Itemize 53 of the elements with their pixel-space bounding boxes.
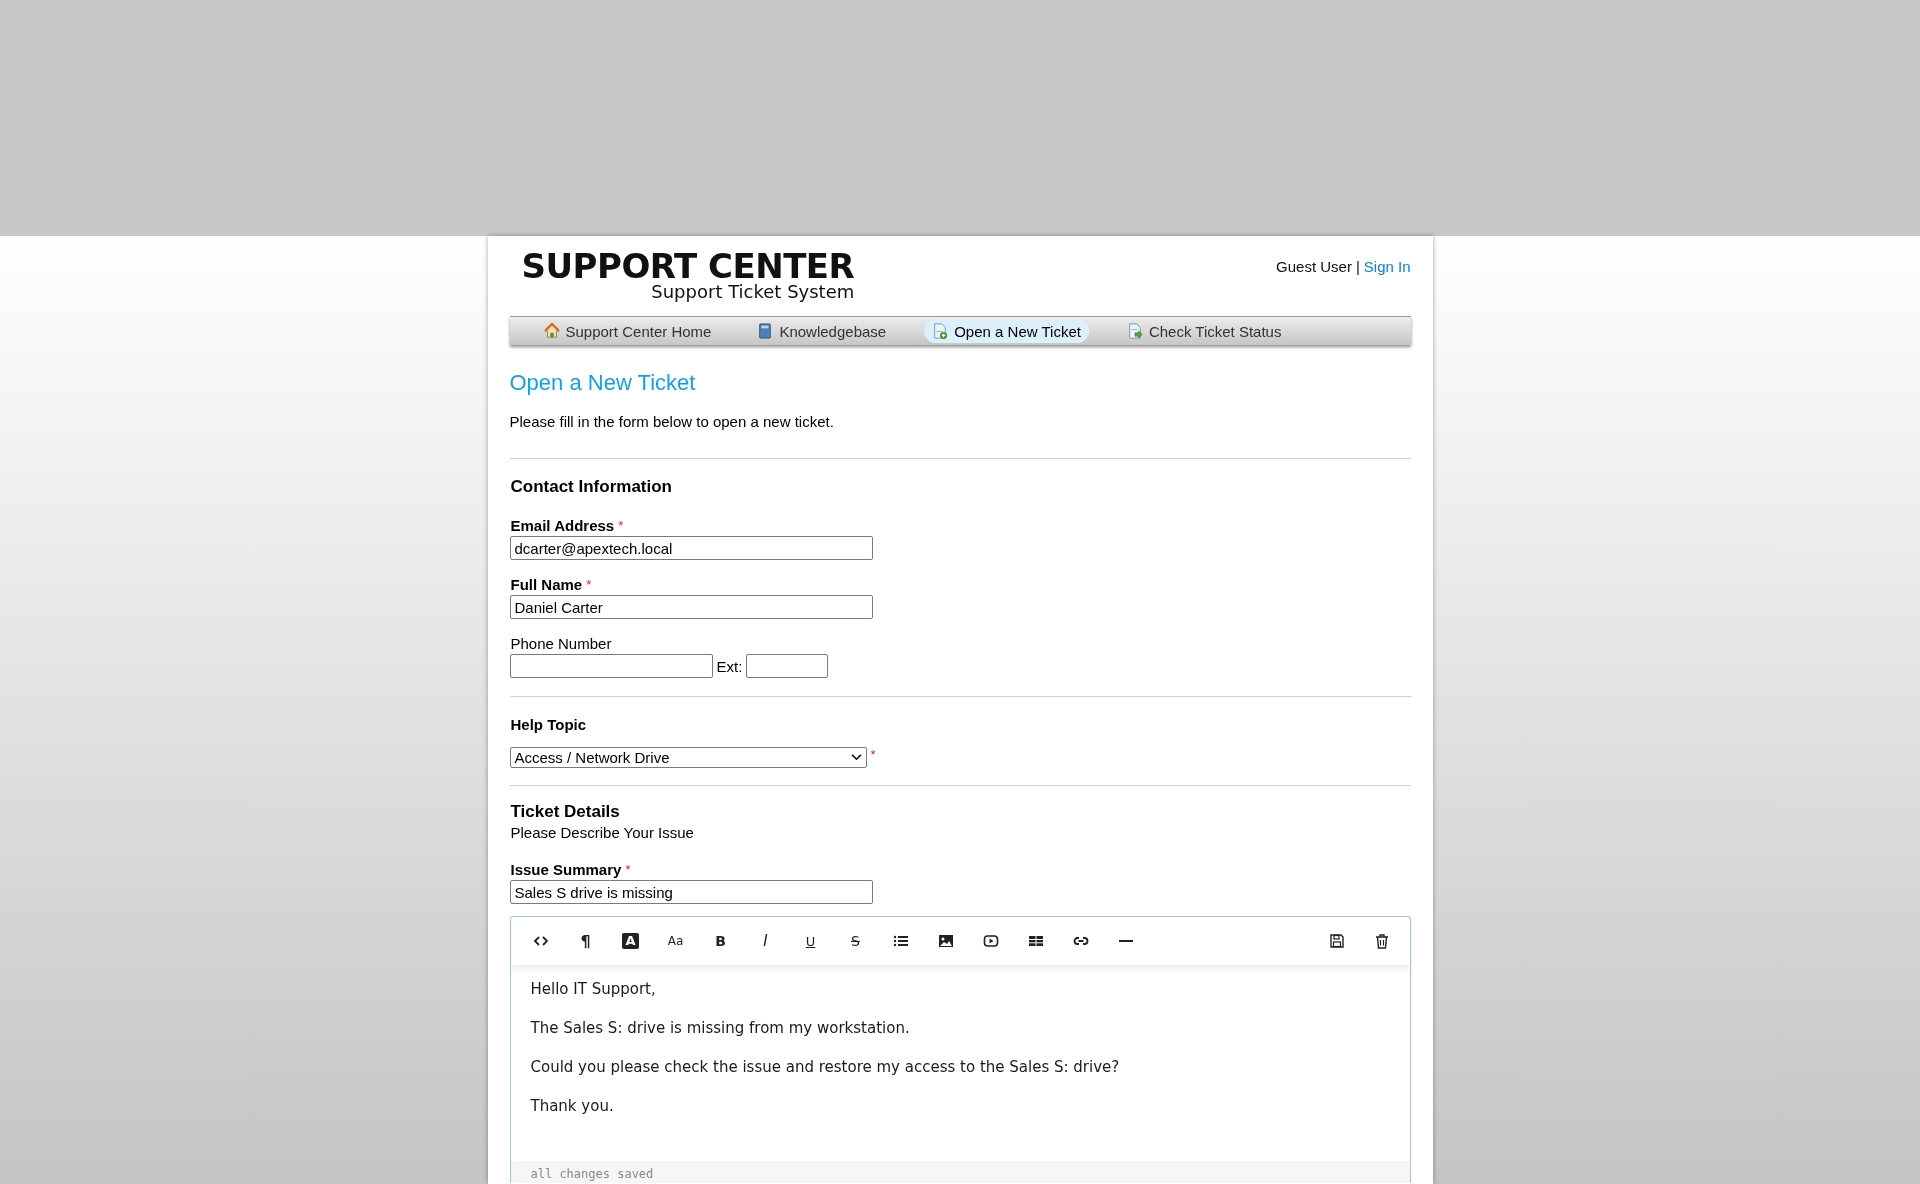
dropdown[interactable]: Access / Network Drive [509, 747, 867, 768]
section-heading: Ticket Details [510, 802, 621, 822]
required-mark: * [586, 576, 592, 593]
caret-icon [850, 754, 862, 761]
input-field[interactable] [509, 654, 713, 678]
sign-in-link[interactable]: Sign In [1363, 258, 1411, 275]
input-field[interactable]: Daniel Carter [509, 595, 873, 619]
book-icon [757, 323, 774, 339]
save-icon [1328, 933, 1345, 949]
nav-tab[interactable]: Knowledgebase [749, 319, 895, 343]
field-label: Phone Number [510, 635, 612, 652]
format-button[interactable]: I [747, 926, 784, 956]
horizontal-rule-icon [1117, 940, 1134, 942]
trash-icon [1373, 933, 1390, 949]
message-paragraph: Could you please check the issue and restore my access to the Sales S: drive? [530, 1057, 1121, 1077]
document-plus-icon [932, 323, 949, 339]
nav-tab[interactable]: Open a New Ticket [924, 319, 1089, 343]
section-heading: Contact Information [510, 477, 673, 497]
message-paragraph: Hello IT Support, [530, 979, 657, 999]
format-button[interactable]: ¶ [567, 926, 604, 956]
intro-text: Please fill in the form below to open a new ticket. [509, 413, 835, 430]
house-icon [543, 323, 560, 339]
table-icon [1027, 933, 1044, 949]
field-label: Full Name [510, 576, 583, 593]
input-field[interactable]: dcarter@apextech.local [509, 536, 873, 560]
field-label: Issue Summary [510, 861, 622, 878]
format-button[interactable]: A [612, 926, 649, 956]
required-mark: * [625, 861, 631, 878]
format-button[interactable]: Aa [657, 926, 694, 956]
required-mark: * [870, 747, 876, 762]
section-heading: Help Topic [510, 715, 588, 735]
page-title: Open a New Ticket [509, 370, 697, 396]
message-paragraph: The Sales S: drive is missing from my workstation. [530, 1018, 911, 1038]
input-field[interactable]: Sales S drive is missing [509, 880, 873, 904]
list-icon [892, 933, 909, 949]
image-icon [937, 933, 954, 949]
nav-tab[interactable]: Support Center Home [535, 319, 720, 343]
section-subheading: Please Describe Your Issue [510, 824, 695, 841]
nav-tab[interactable]: Check Ticket Status [1118, 319, 1290, 343]
format-button[interactable]: U [792, 926, 829, 956]
field-label: Email Address [510, 517, 615, 534]
field-label: Ext: [716, 657, 743, 675]
logo-subtitle: Support Ticket System [651, 282, 855, 302]
save-status: all changes saved [510, 1161, 1410, 1183]
format-button[interactable]: S [837, 926, 874, 956]
input-field[interactable] [746, 654, 829, 678]
separator: | [1355, 258, 1360, 275]
message-paragraph: Thank you. [530, 1096, 615, 1116]
play-icon [982, 933, 999, 949]
required-mark: * [618, 517, 624, 534]
document-arrow-icon [1126, 323, 1143, 339]
user-name: Guest User [1276, 258, 1352, 275]
format-button[interactable]: B [702, 926, 739, 956]
